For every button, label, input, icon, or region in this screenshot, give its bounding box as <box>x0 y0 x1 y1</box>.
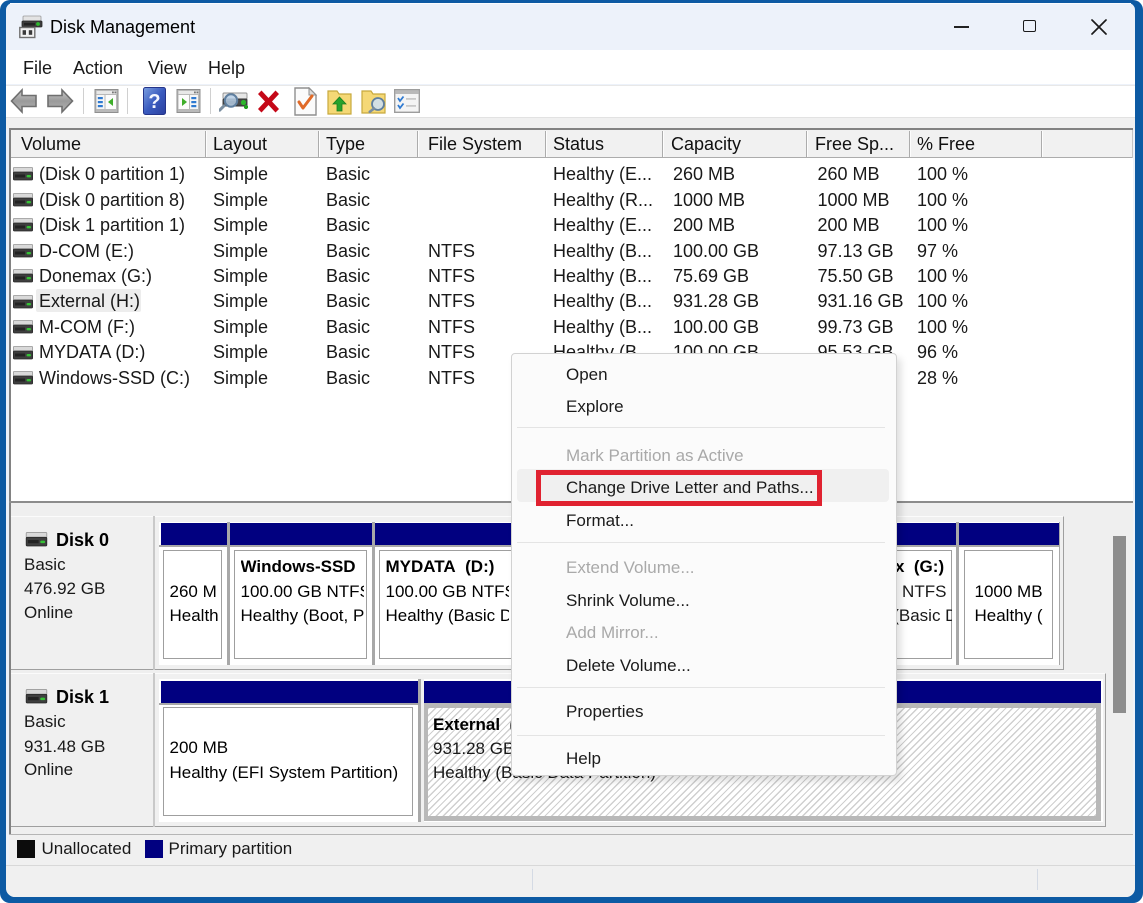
svg-text:?: ? <box>148 91 160 113</box>
